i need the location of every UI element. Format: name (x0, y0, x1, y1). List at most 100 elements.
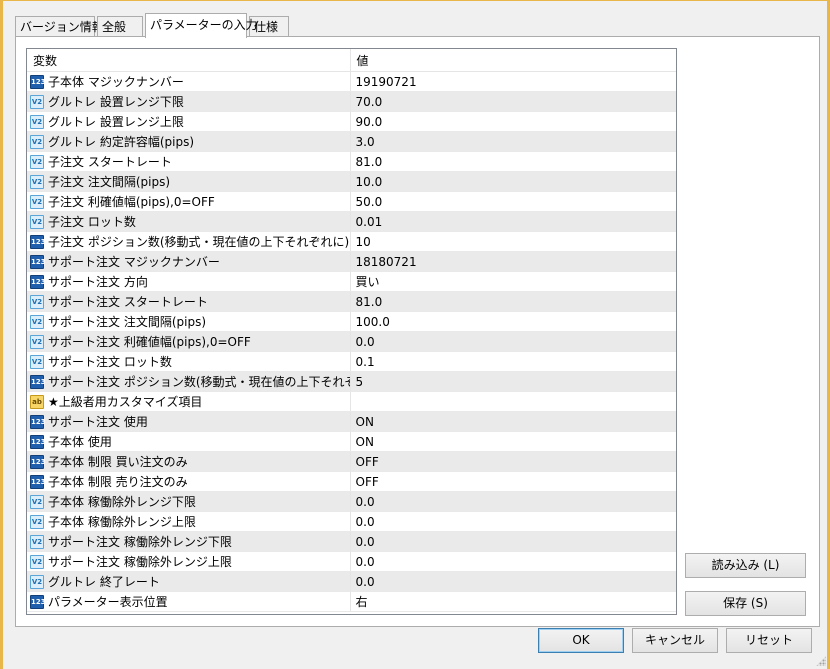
integer-type-icon: 123 (30, 454, 46, 469)
variable-name: サポート注文 利確値幅(pips),0=OFF (48, 335, 251, 349)
ok-button[interactable]: OK (538, 628, 624, 653)
variable-cell[interactable]: V2 グルトレ 終了レート (27, 571, 351, 592)
variable-cell[interactable]: 123 サポート注文 使用 (27, 411, 351, 432)
value-cell[interactable]: 10.0 (350, 171, 676, 192)
table-row[interactable]: V2 子注文 注文間隔(pips) 10.0 (27, 171, 676, 192)
variable-cell[interactable]: V2 サポート注文 利確値幅(pips),0=OFF (27, 331, 351, 352)
table-row[interactable]: V2 子注文 ロット数 0.01 (27, 211, 676, 232)
variable-cell[interactable]: 123 子注文 ポジション数(移動式・現在値の上下それぞれに) (27, 231, 351, 252)
value-cell[interactable]: 81.0 (350, 291, 676, 312)
table-row[interactable]: V2 サポート注文 稼働除外レンジ下限 0.0 (27, 531, 676, 552)
tab-version-info[interactable]: バージョン情報 (15, 16, 104, 36)
table-row[interactable]: 123 子本体 マジックナンバー 19190721 (27, 71, 676, 92)
variable-cell[interactable]: 123 子本体 制限 売り注文のみ (27, 471, 351, 492)
variable-cell[interactable]: 123 サポート注文 マジックナンバー (27, 251, 351, 272)
variable-cell[interactable]: 123 子本体 マジックナンバー (27, 71, 351, 92)
variable-cell[interactable]: V2 サポート注文 稼働除外レンジ上限 (27, 551, 351, 572)
double-type-icon: V2 (30, 154, 44, 169)
value-cell[interactable]: 19190721 (350, 71, 676, 92)
variable-cell-content: ab ★上級者用カスタマイズ項目 (27, 393, 349, 410)
value-cell[interactable]: 0.0 (350, 531, 676, 552)
table-row[interactable]: V2 サポート注文 ロット数 0.1 (27, 351, 676, 372)
variable-cell[interactable]: 123 サポート注文 方向 (27, 271, 351, 292)
variable-cell[interactable]: V2 サポート注文 スタートレート (27, 291, 351, 312)
table-row[interactable]: V2 グルトレ 終了レート 0.0 (27, 571, 676, 592)
load-button[interactable]: 読み込み (L) (685, 553, 806, 578)
variable-cell[interactable]: 123 子本体 使用 (27, 431, 351, 452)
value-cell[interactable]: 90.0 (350, 111, 676, 132)
value-cell[interactable]: 0.0 (350, 571, 676, 592)
table-row[interactable]: V2 グルトレ 設置レンジ上限 90.0 (27, 111, 676, 132)
value-cell[interactable]: 右 (350, 591, 676, 612)
variable-cell[interactable]: V2 子注文 ロット数 (27, 211, 351, 232)
value-cell[interactable]: OFF (350, 471, 676, 492)
value-cell[interactable]: ON (350, 411, 676, 432)
table-row[interactable]: V2 子本体 稼働除外レンジ上限 0.0 (27, 511, 676, 532)
tab-input-parameters[interactable]: パラメーターの入力 (145, 13, 258, 38)
table-row[interactable]: ab ★上級者用カスタマイズ項目 (27, 391, 676, 412)
table-row[interactable]: 123 子本体 制限 買い注文のみ OFF (27, 451, 676, 472)
table-row[interactable]: 123 子本体 使用 ON (27, 431, 676, 452)
variable-cell[interactable]: 123サポート注文 ポジション数(移動式・現在値の上下それぞれに) (27, 371, 351, 392)
table-row[interactable]: 123 子注文 ポジション数(移動式・現在値の上下それぞれに) 10 (27, 231, 676, 252)
value-cell[interactable]: OFF (350, 451, 676, 472)
value-cell[interactable] (350, 391, 676, 412)
value-cell[interactable]: 0.0 (350, 331, 676, 352)
value-cell[interactable]: 3.0 (350, 131, 676, 152)
value-cell[interactable]: 0.1 (350, 351, 676, 372)
table-row[interactable]: V2 子注文 スタートレート 81.0 (27, 151, 676, 172)
value-cell[interactable]: 70.0 (350, 91, 676, 112)
integer-type-icon: 123 (30, 374, 46, 389)
variable-cell[interactable]: V2 グルトレ 約定許容幅(pips) (27, 131, 351, 152)
variable-cell[interactable]: V2 子注文 スタートレート (27, 151, 351, 172)
table-row[interactable]: 123 子本体 制限 売り注文のみ OFF (27, 471, 676, 492)
table-row[interactable]: 123 サポート注文 マジックナンバー 18180721 (27, 251, 676, 272)
value-cell[interactable]: 81.0 (350, 151, 676, 172)
value-cell[interactable]: 買い (350, 271, 676, 292)
variable-cell[interactable]: V2 子本体 稼働除外レンジ上限 (27, 511, 351, 532)
value-cell[interactable]: 0.01 (350, 211, 676, 232)
value-cell[interactable]: 18180721 (350, 251, 676, 272)
table-row[interactable]: V2 サポート注文 利確値幅(pips),0=OFF 0.0 (27, 331, 676, 352)
variable-name: 子注文 スタートレート (48, 155, 172, 169)
variable-cell[interactable]: 123 子本体 制限 買い注文のみ (27, 451, 351, 472)
value-cell[interactable]: ON (350, 431, 676, 452)
variable-cell[interactable]: V2 グルトレ 設置レンジ下限 (27, 91, 351, 112)
tab-general[interactable]: 全般 (97, 16, 143, 36)
table-row[interactable]: V2 グルトレ 設置レンジ下限 70.0 (27, 91, 676, 112)
cancel-button[interactable]: キャンセル (632, 628, 718, 653)
variable-cell[interactable]: V2 子注文 利確値幅(pips),0=OFF (27, 191, 351, 212)
variable-cell[interactable]: V2 子本体 稼働除外レンジ下限 (27, 491, 351, 512)
value-cell[interactable]: 10 (350, 231, 676, 252)
table-row[interactable]: V2 サポート注文 スタートレート 81.0 (27, 291, 676, 312)
variable-cell[interactable]: V2 サポート注文 注文間隔(pips) (27, 311, 351, 332)
variable-cell[interactable]: V2 サポート注文 ロット数 (27, 351, 351, 372)
table-row[interactable]: V2 子注文 利確値幅(pips),0=OFF 50.0 (27, 191, 676, 212)
variable-cell[interactable]: V2 グルトレ 設置レンジ上限 (27, 111, 351, 132)
column-header-variable[interactable]: 変数 (27, 49, 351, 72)
save-button[interactable]: 保存 (S) (685, 591, 806, 616)
variable-cell[interactable]: ab ★上級者用カスタマイズ項目 (27, 391, 351, 412)
value-cell[interactable]: 0.0 (350, 491, 676, 512)
column-header-value[interactable]: 値 (350, 49, 676, 72)
table-row[interactable]: 123 サポート注文 方向 買い (27, 271, 676, 292)
value-cell[interactable]: 5 (350, 371, 676, 392)
table-row[interactable]: V2 サポート注文 注文間隔(pips) 100.0 (27, 311, 676, 332)
variable-cell-content: V2 子本体 稼働除外レンジ上限 (27, 513, 349, 530)
table-row[interactable]: V2 サポート注文 稼働除外レンジ上限 0.0 (27, 551, 676, 572)
variable-cell[interactable]: V2 子注文 注文間隔(pips) (27, 171, 351, 192)
variable-cell[interactable]: V2 サポート注文 稼働除外レンジ下限 (27, 531, 351, 552)
reset-button[interactable]: リセット (726, 628, 812, 653)
variable-cell[interactable]: 123 パラメーター表示位置 (27, 591, 351, 612)
table-row[interactable]: V2 グルトレ 約定許容幅(pips) 3.0 (27, 131, 676, 152)
value-cell[interactable]: 0.0 (350, 551, 676, 572)
value-cell[interactable]: 0.0 (350, 511, 676, 532)
table-row[interactable]: 123サポート注文 ポジション数(移動式・現在値の上下それぞれに)5 (27, 371, 676, 392)
value-cell[interactable]: 50.0 (350, 191, 676, 212)
resize-grip-icon[interactable] (816, 656, 826, 666)
table-row[interactable]: 123 サポート注文 使用 ON (27, 411, 676, 432)
parameter-grid[interactable]: 変数 値 123 子本体 マジックナンバー 19190721 V2 グルトレ 設置レンジ… (26, 48, 677, 615)
table-row[interactable]: 123 パラメーター表示位置右 (27, 591, 676, 612)
table-row[interactable]: V2 子本体 稼働除外レンジ下限 0.0 (27, 491, 676, 512)
value-cell[interactable]: 100.0 (350, 311, 676, 332)
